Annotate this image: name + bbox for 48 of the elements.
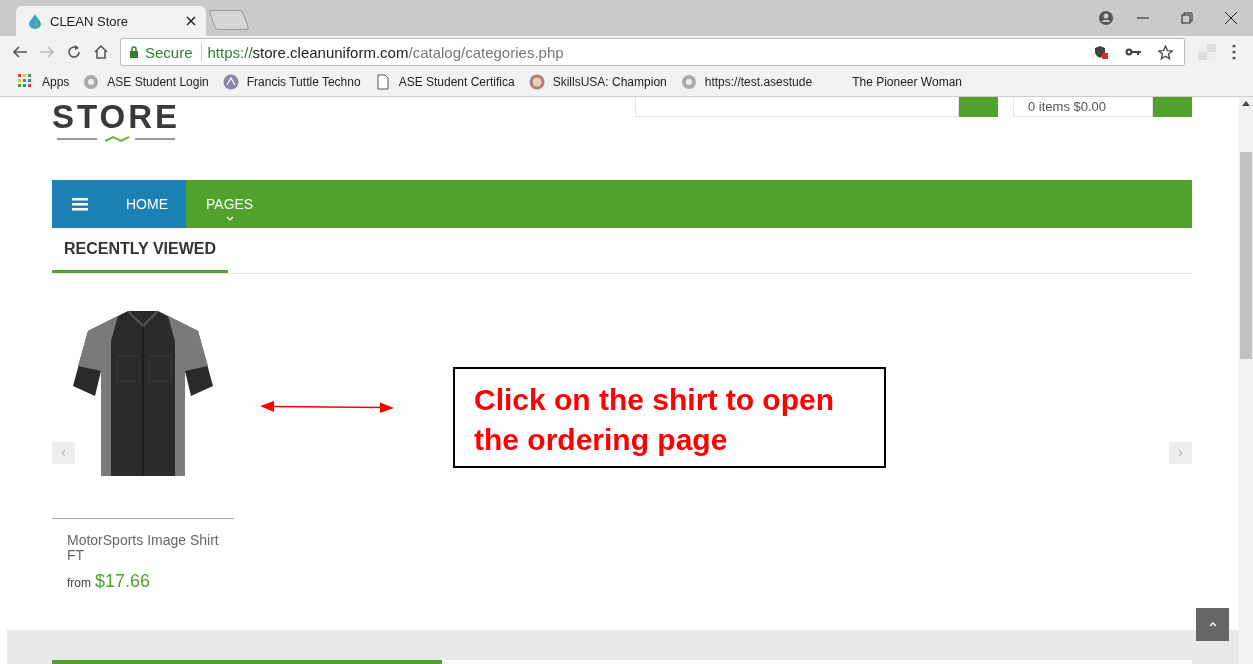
bookmark[interactable]: SkillsUSA: Champion	[528, 74, 667, 90]
store-logo: STORE	[52, 99, 181, 135]
chevron-left-icon	[61, 449, 66, 457]
chevron-up-icon	[1208, 622, 1217, 627]
scrollbar-thumb[interactable]	[1240, 152, 1252, 359]
bookmark-label: Apps	[42, 75, 70, 89]
page-icon	[374, 74, 391, 90]
bookmark-label: https://test.asestude	[704, 75, 813, 89]
bookmark[interactable]: ASE Student Login	[83, 74, 209, 90]
bookmark-label: The Pioneer Woman	[852, 75, 962, 89]
lock-icon	[129, 46, 139, 58]
bookmark[interactable]: Apps	[18, 74, 70, 90]
round-seal-icon	[528, 74, 545, 90]
product-price: $17.66	[95, 571, 151, 592]
nav-label: HOME	[126, 196, 168, 212]
apps-grid-icon	[18, 74, 34, 90]
secure-label: Secure	[145, 43, 202, 61]
price-prefix: from	[67, 576, 91, 590]
bookmark-label: Francis Tuttle Techno	[246, 75, 361, 89]
cart-summary[interactable]: 0 items $0.00	[1013, 97, 1153, 117]
bookmark[interactable]: ASE Student Certifica	[374, 74, 515, 90]
bookmark-label: ASE Student Login	[107, 75, 209, 89]
tab-title: CLEAN Store	[50, 13, 130, 29]
product-name[interactable]: MotorSports Image Shirt FT	[52, 519, 234, 563]
next-button[interactable]	[1169, 442, 1192, 464]
close-icon[interactable]	[186, 16, 196, 26]
bookmark[interactable]: Francis Tuttle Techno	[222, 74, 361, 90]
bookmark[interactable]: https://test.asestude	[680, 74, 813, 90]
previous-button[interactable]	[52, 442, 75, 464]
address-bar[interactable]: Secure https://store.cleanuniform.com/catalog/categories.php	[120, 38, 1185, 66]
search-field[interactable]	[635, 97, 959, 117]
round-badge-icon	[222, 74, 239, 90]
chevron-right-icon	[1178, 449, 1183, 457]
scrollbar[interactable]	[1239, 97, 1253, 664]
drop-icon	[28, 13, 42, 29]
bookmark-label: SkillsUSA: Champion	[552, 75, 667, 89]
new-tab-button[interactable]	[208, 10, 250, 30]
scroll-up-icon[interactable]	[1242, 101, 1250, 106]
menu-icon[interactable]	[72, 197, 88, 211]
bookmark-label: ASE Student Certifica	[398, 75, 515, 89]
nav-label: PAGES	[206, 195, 254, 212]
annotation-callout: Click on the shirt to open the ordering page	[453, 367, 886, 468]
nav-item[interactable]: HOME	[52, 180, 186, 228]
shirt-drawing[interactable]	[52, 311, 234, 519]
browser-tab[interactable]: CLEAN Store	[16, 6, 206, 36]
url-text: https://store.cleanuniform.com/catalog/categories.php	[207, 43, 564, 61]
bookmark[interactable]: The Pioneer Woman	[826, 75, 962, 89]
section-tab[interactable]: RECENTLY VIEWED	[52, 228, 229, 273]
